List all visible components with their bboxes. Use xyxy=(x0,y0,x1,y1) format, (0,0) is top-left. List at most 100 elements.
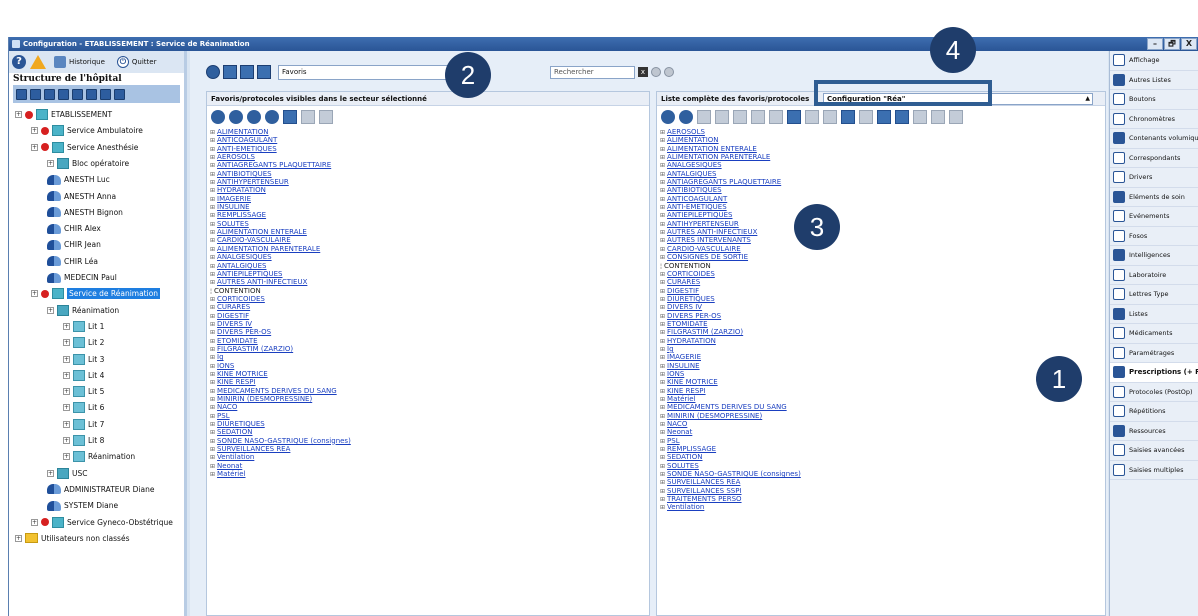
favorite-item[interactable]: ⊞ CONSIGNES DE SORTIE xyxy=(660,253,1105,261)
expand-icon[interactable]: + xyxy=(63,420,70,428)
favorite-item[interactable]: ⊞ ANTIEPILEPTIQUES xyxy=(660,211,1105,219)
expand-icon[interactable]: ⊞ xyxy=(660,329,665,336)
select-icon[interactable] xyxy=(859,110,873,124)
favorite-item[interactable]: ⊞ SEDATION xyxy=(660,453,1105,461)
tree-node[interactable]: + Lit 4 xyxy=(63,368,104,383)
favorite-item[interactable]: ⊞ Neonat xyxy=(660,428,1105,436)
favorite-item[interactable]: ⊞ HYDRATATION xyxy=(210,186,649,194)
expand-icon[interactable]: ⊞ xyxy=(210,404,215,411)
expand-icon[interactable]: ⊞ xyxy=(660,413,665,420)
favorite-item[interactable]: ⊞ ALIMENTATION ENTERALE xyxy=(660,145,1105,153)
expand-icon[interactable]: ⊞ xyxy=(210,196,215,203)
minimize-button[interactable]: – xyxy=(1147,38,1163,50)
sidebar-item[interactable]: Ressources xyxy=(1110,422,1198,441)
favorite-item[interactable]: ⊞ ALIMENTATION PARENTERALE xyxy=(210,245,649,253)
grid-icon[interactable] xyxy=(949,110,963,124)
expand-icon[interactable]: ⊞ xyxy=(210,396,215,403)
doc-icon[interactable] xyxy=(697,110,711,124)
expand-icon[interactable]: ⊞ xyxy=(660,479,665,486)
favorite-item[interactable]: ⊞ IMAGERIE xyxy=(210,195,649,203)
favorite-item[interactable]: ⊞ CARDIO-VASCULAIRE xyxy=(210,236,649,244)
delete-icon[interactable] xyxy=(86,88,97,100)
expand-icon[interactable]: ⊞ xyxy=(660,204,665,211)
expand-icon[interactable]: ⊞ xyxy=(210,154,215,161)
favorite-item[interactable]: ⊞ DIURETIQUES xyxy=(660,295,1105,303)
expand-icon[interactable]: ⊞ xyxy=(210,279,215,286)
sidebar-item[interactable]: Affichage xyxy=(1110,51,1198,71)
favorite-item[interactable]: ⊞ ANALGESIQUES xyxy=(660,161,1105,169)
expand-icon[interactable]: ⊞ xyxy=(210,346,215,353)
search-prev-icon[interactable] xyxy=(651,67,661,77)
favorite-item[interactable]: ⊞ ANALGESIQUES xyxy=(210,253,649,261)
expand-icon[interactable]: + xyxy=(31,290,38,298)
sidebar-item[interactable]: Drivers xyxy=(1110,168,1198,188)
expand-icon[interactable]: ⊞ xyxy=(210,454,215,461)
sort-icon[interactable] xyxy=(283,110,297,124)
expand-icon[interactable]: ⊞ xyxy=(660,338,665,345)
expand-icon[interactable]: ⊞ xyxy=(210,246,215,253)
select-icon[interactable] xyxy=(319,110,333,124)
favorite-item[interactable]: ⊞ KINE MOTRICE xyxy=(210,370,649,378)
expand-icon[interactable]: ⊞ xyxy=(210,471,215,478)
expand-icon[interactable]: + xyxy=(15,534,22,542)
favorite-item[interactable]: ⊞ CORTICOIDES xyxy=(660,270,1105,278)
tree-node[interactable]: ANESTH Luc xyxy=(47,172,110,187)
expand-icon[interactable]: ⊞ xyxy=(660,371,665,378)
expand-icon[interactable]: ⊞ xyxy=(660,296,665,303)
expand-icon[interactable]: ⊞ xyxy=(210,263,215,270)
historique-button[interactable]: Historique xyxy=(50,54,109,70)
expand-icon[interactable]: ⊞ xyxy=(210,313,215,320)
expand-icon[interactable]: ⊞ xyxy=(210,329,215,336)
favorite-item[interactable]: ⊞ REMPLISSAGE xyxy=(660,445,1105,453)
tree-node[interactable]: + Lit 8 xyxy=(63,433,104,448)
expand-icon[interactable]: ⊞ xyxy=(660,212,665,219)
tree-node[interactable]: + Service de Réanimation xyxy=(31,286,161,301)
add-icon[interactable] xyxy=(16,88,27,100)
remove-icon[interactable] xyxy=(229,110,243,124)
favorite-item[interactable]: ⊞ HYDRATATION xyxy=(660,337,1105,345)
expand-icon[interactable]: ⊞ xyxy=(660,129,665,136)
remove-icon[interactable] xyxy=(679,110,693,124)
favorite-item[interactable]: ⊞ PSL xyxy=(210,412,649,420)
up-icon[interactable] xyxy=(247,110,261,124)
expand-icon[interactable]: ⊞ xyxy=(210,421,215,428)
copy-icon[interactable] xyxy=(733,110,747,124)
expand-icon[interactable]: ⊞ xyxy=(210,162,215,169)
tree-node[interactable]: ANESTH Bignon xyxy=(47,205,123,220)
sidebar-item[interactable]: Intelligences xyxy=(1110,246,1198,266)
expand-icon[interactable]: ⊞ xyxy=(660,304,665,311)
expand-icon[interactable]: ⊞ xyxy=(660,162,665,169)
expand-icon[interactable]: ⊞ xyxy=(660,496,665,503)
sidebar-item[interactable]: Contenants volumiques xyxy=(1110,129,1198,149)
sidebar-item[interactable]: Correspondants xyxy=(1110,149,1198,168)
sidebar-item[interactable]: Chronomètres xyxy=(1110,110,1198,129)
expand-icon[interactable]: ⊞ xyxy=(210,129,215,136)
favorite-item[interactable]: ⊞ Ventilation xyxy=(210,453,649,461)
expand-icon[interactable]: ⊞ xyxy=(660,446,665,453)
favorite-item[interactable]: ⊞ CURARES xyxy=(660,278,1105,286)
sidebar-item[interactable]: Paramétrages xyxy=(1110,344,1198,363)
globe-icon[interactable] xyxy=(715,110,729,124)
target-icon[interactable] xyxy=(72,88,83,100)
expand-icon[interactable]: ⊞ xyxy=(660,146,665,153)
expand-icon[interactable]: ⊞ xyxy=(660,363,665,370)
favorite-item[interactable]: ⊞ CORTICOIDES xyxy=(210,295,649,303)
expand-icon[interactable]: ⊞ xyxy=(660,187,665,194)
tree-node[interactable]: + Lit 5 xyxy=(63,384,104,399)
tree-node[interactable]: CHIR Léa xyxy=(47,254,98,269)
favorite-item[interactable]: ⊞ MEDICAMENTS DERIVES DU SANG xyxy=(210,387,649,395)
expand-icon[interactable]: ⊞ xyxy=(660,504,665,511)
expand-icon[interactable]: ⊞ xyxy=(210,179,215,186)
favorite-item[interactable]: ⊞ ANTIAGREGANTS PLAQUETTAIRE xyxy=(210,161,649,169)
favorite-item[interactable]: ⊞ DIVERS PER-OS xyxy=(660,312,1105,320)
favorite-item[interactable]: ⊞ ANTI-EMETIQUES xyxy=(210,145,649,153)
expand-icon[interactable]: ⊞ xyxy=(210,438,215,445)
tree-node[interactable]: + Service Ambulatoire xyxy=(31,123,143,138)
favorite-item[interactable]: ⊞ Neonat xyxy=(210,462,649,470)
favorite-item[interactable]: ⊞ ANTIEPILEPTIQUES xyxy=(210,270,649,278)
tree-node[interactable]: + Lit 6 xyxy=(63,400,104,415)
save-icon[interactable] xyxy=(223,65,237,79)
expand-icon[interactable]: ⊞ xyxy=(210,371,215,378)
favorite-item[interactable]: ⊞ SONDE NASO-GASTRIQUE (consignes) xyxy=(210,437,649,445)
favorite-item[interactable]: ⊞ ANTIHYPERTENSEUR xyxy=(210,178,649,186)
